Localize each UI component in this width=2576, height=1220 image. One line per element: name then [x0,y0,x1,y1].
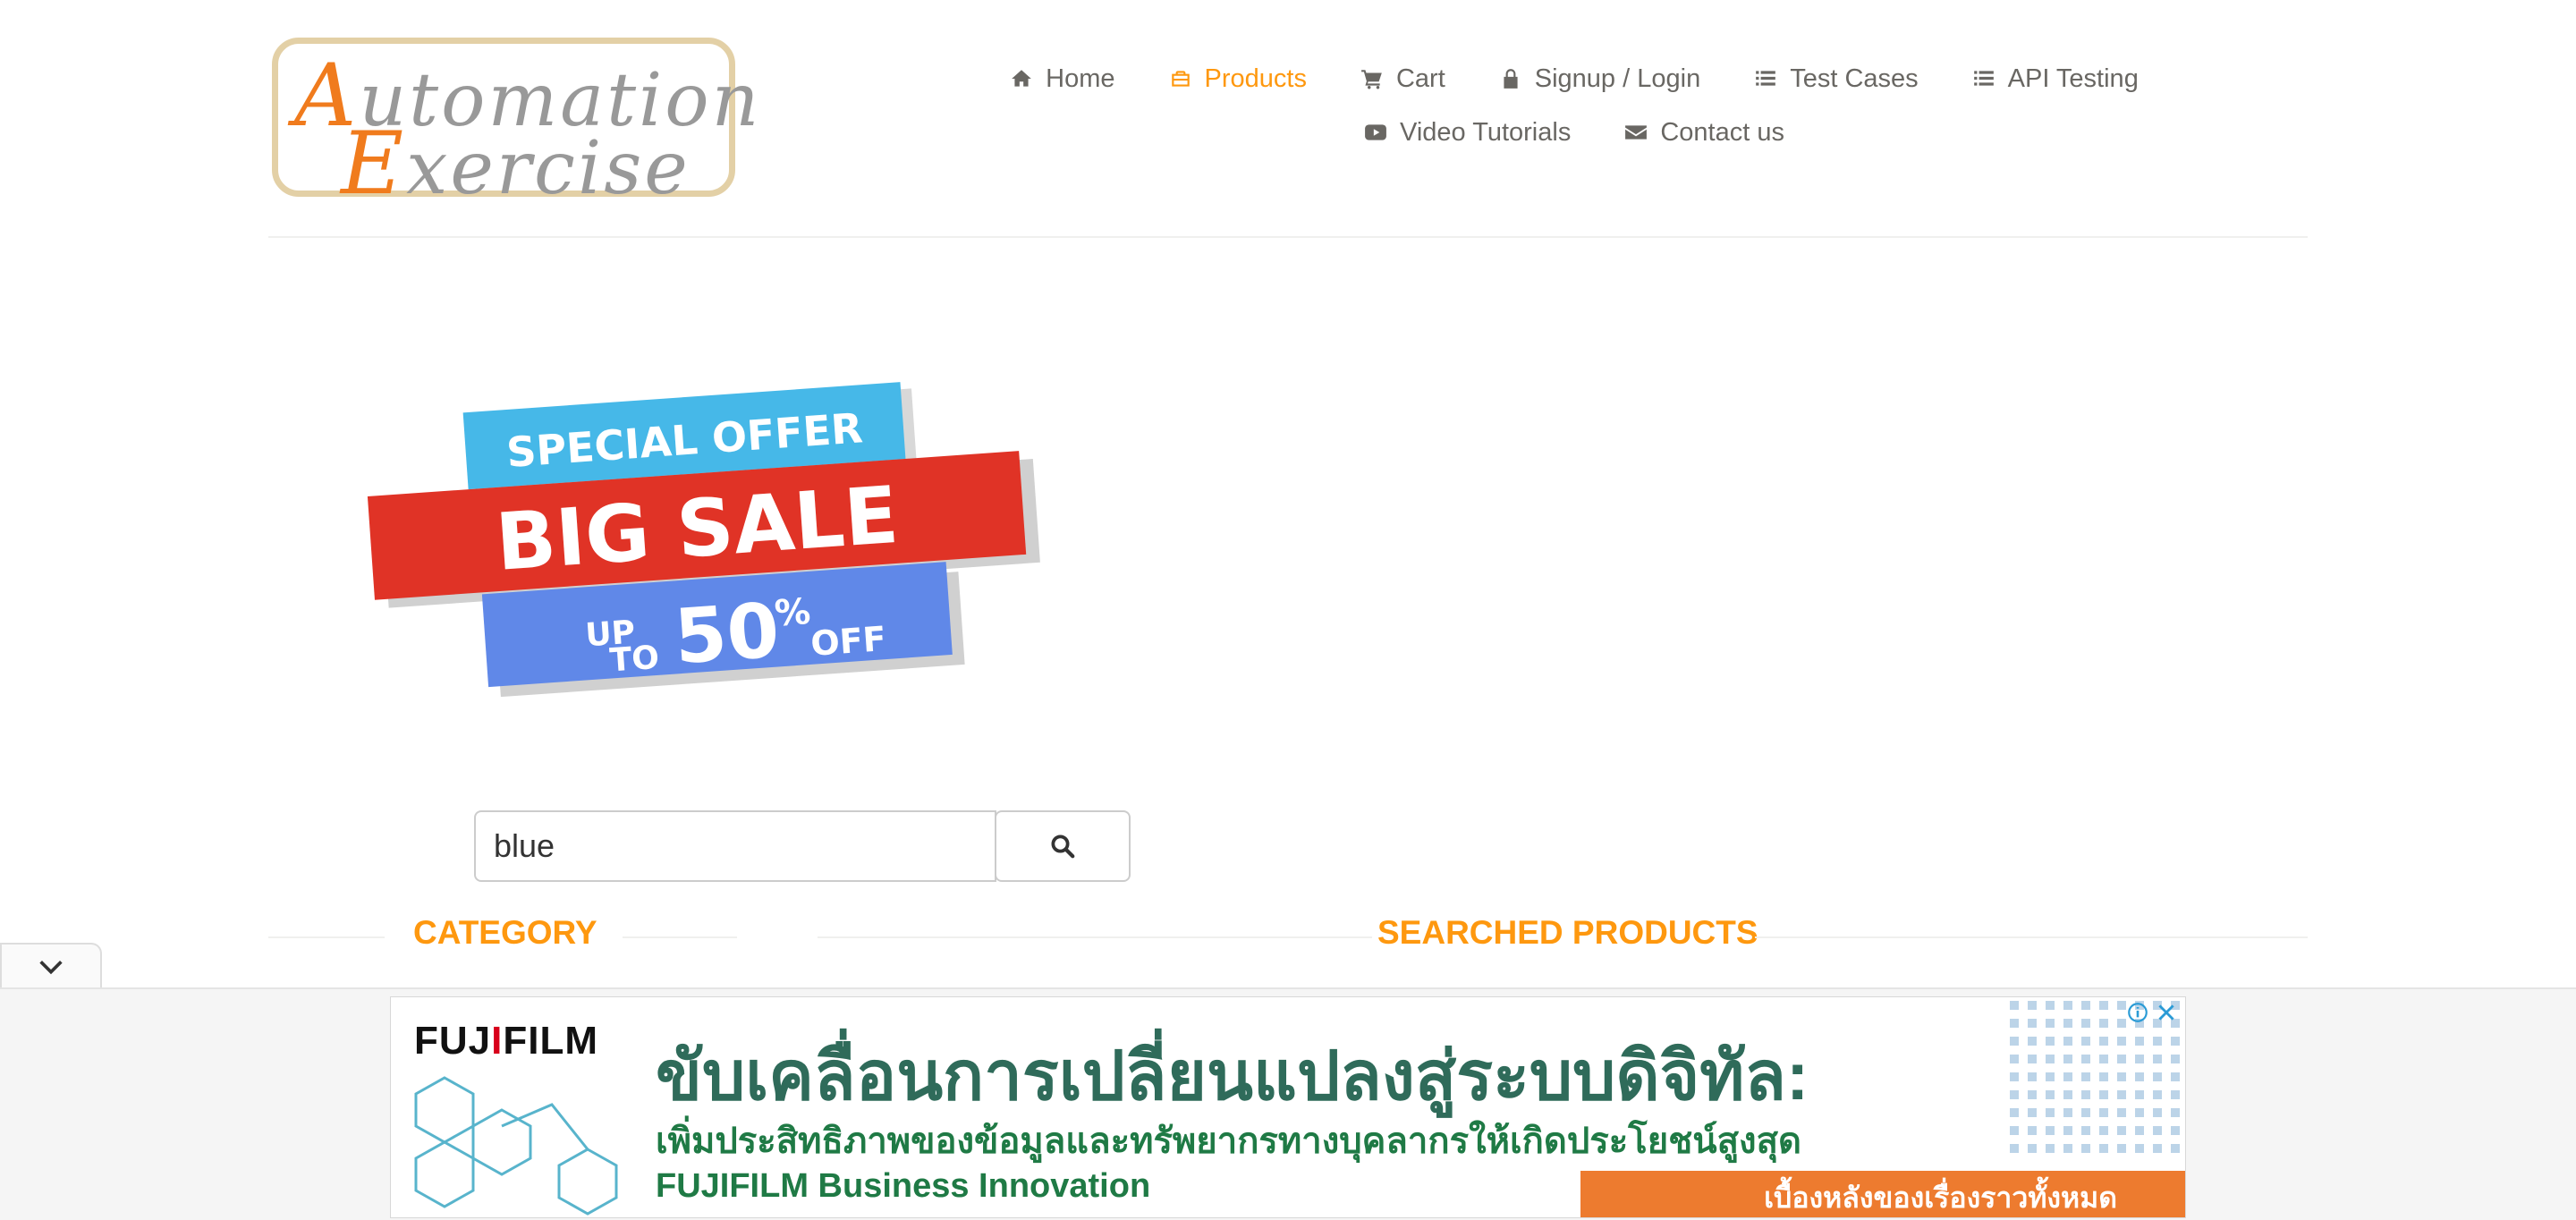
nav-products-label: Products [1204,64,1307,93]
logo-cap-e: E [341,114,407,214]
search-input[interactable] [474,810,996,882]
ad-company: FUJIFILM Business Innovation [656,1167,1151,1205]
youtube-icon [1365,124,1386,140]
nav-products[interactable]: Products [1169,64,1307,94]
banner-to: TO [608,640,660,680]
category-title: CATEGORY [413,914,597,951]
logo-line2: xercise [406,126,691,211]
nav-signup-label: Signup / Login [1534,64,1701,93]
nav-contact-us[interactable]: Contact us [1624,118,1784,148]
search-button[interactable] [995,810,1131,882]
searched-products-title: SEARCHED PRODUCTS [1377,914,1758,951]
nav-row-1: Home Products Cart Signup / Login Test C… [984,52,2165,106]
ad-subline: เพิ่มประสิทธิภาพของข้อมูลและทรัพยากรทางบ… [656,1122,1801,1161]
sale-banner: SPECIAL OFFER BIG SALE UP TO 50 % OFF [367,382,1040,698]
nav-home[interactable]: Home [1010,64,1115,94]
ad-cta-button[interactable]: เบื้องหลังของเรื่องราวทั้งหมด [1580,1171,2185,1217]
briefcase-icon [1171,71,1190,87]
home-icon [1012,70,1031,87]
header-divider [268,236,2308,238]
nav-video-tutorials[interactable]: Video Tutorials [1364,118,1571,148]
banner-off: OFF [809,619,887,664]
site-logo[interactable]: Automation Exercise [272,38,758,214]
hexagon-pattern-icon [414,1076,618,1216]
lock-icon [1504,69,1518,89]
advertisement[interactable]: FUJIFILM ขับเคลื่อนการเปลี่ยนแปลงสู่ระบบ… [390,996,2186,1218]
ad-info-icon[interactable] [2126,1001,2149,1024]
chevron-down-icon [39,961,63,975]
nav-cart-label: Cart [1395,64,1445,93]
list-icon [1973,71,1994,86]
nav-cart[interactable]: Cart [1360,64,1445,94]
category-line-left [268,936,385,938]
nav-home-label: Home [1046,64,1115,93]
banner-amount: 50 [672,586,782,681]
searched-line-left [818,936,1372,938]
nav-video-label: Video Tutorials [1400,117,1572,147]
search-icon [1051,835,1075,859]
cart-icon [1361,70,1382,89]
main-nav: Home Products Cart Signup / Login Test C… [984,52,2165,159]
envelope-icon [1625,125,1648,140]
nav-api-label: API Testing [2007,64,2139,93]
nav-contact-label: Contact us [1660,117,1784,147]
category-line-right [623,936,737,938]
nav-test-cases[interactable]: Test Cases [1754,64,1919,94]
ad-collapse-toggle[interactable] [0,943,102,989]
banner-percent: % [774,591,812,635]
nav-row-2: Video Tutorials Contact us [984,106,2165,159]
searched-line-right [1755,936,2308,938]
nav-test-cases-label: Test Cases [1790,64,1919,93]
nav-signup-login[interactable]: Signup / Login [1499,64,1700,94]
ad-close-icon[interactable] [2155,1001,2178,1024]
nav-api-testing[interactable]: API Testing [1972,64,2139,94]
list-icon [1756,71,1776,86]
site-header: Automation Exercise Home Products Cart S… [0,0,2576,238]
product-search [474,810,1131,882]
